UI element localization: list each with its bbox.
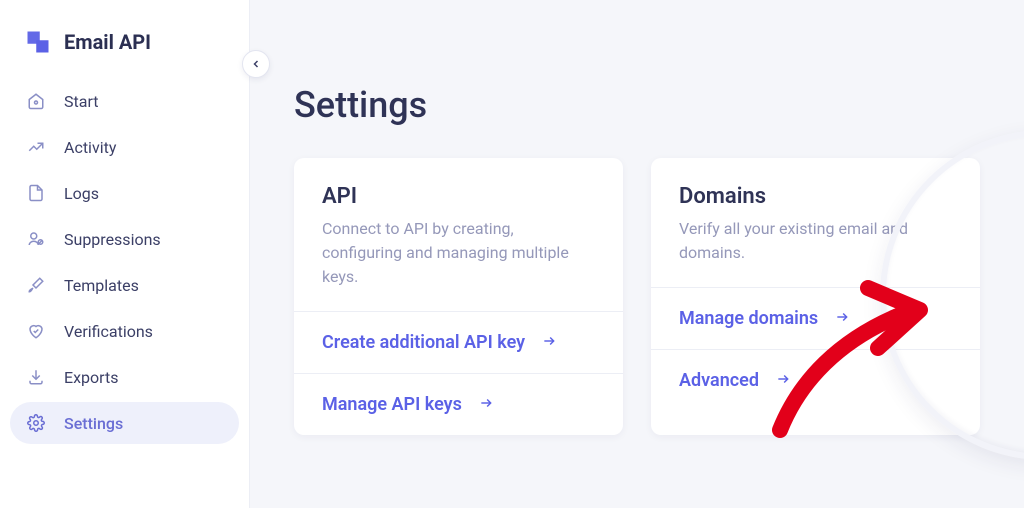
- sidebar: Email API Start Activity Logs Suppressio…: [0, 0, 250, 508]
- card-domains: Domains Verify all your existing email a…: [651, 158, 980, 435]
- arrow-right-icon: [773, 370, 793, 391]
- sidebar-item-activity[interactable]: Activity: [10, 126, 239, 168]
- card-header: API Connect to API by creating, configur…: [294, 158, 623, 311]
- arrow-right-icon: [832, 308, 852, 329]
- brand-title: Email API: [64, 30, 151, 54]
- link-label: Manage API keys: [322, 394, 462, 415]
- link-label: Manage domains: [679, 308, 818, 329]
- sidebar-item-suppressions[interactable]: Suppressions: [10, 218, 239, 260]
- sidebar-item-label: Templates: [64, 276, 139, 295]
- download-icon: [26, 367, 46, 387]
- link-create-api-key[interactable]: Create additional API key: [294, 311, 623, 373]
- card-description: Verify all your existing email and domai…: [679, 217, 952, 265]
- sidebar-item-settings[interactable]: Settings: [10, 402, 239, 444]
- brand-logo-icon: [24, 28, 52, 56]
- settings-cards: API Connect to API by creating, configur…: [294, 158, 980, 435]
- suppressions-icon: [26, 229, 46, 249]
- link-manage-domains[interactable]: Manage domains: [651, 287, 980, 349]
- home-icon: [26, 91, 46, 111]
- arrow-right-icon: [476, 394, 496, 415]
- link-label: Create additional API key: [322, 332, 525, 353]
- card-description: Connect to API by creating, configuring …: [322, 217, 595, 289]
- sidebar-item-exports[interactable]: Exports: [10, 356, 239, 398]
- page-title: Settings: [294, 84, 980, 126]
- link-label: Advanced: [679, 370, 759, 391]
- sidebar-item-label: Suppressions: [64, 230, 161, 249]
- brand: Email API: [10, 24, 239, 80]
- sidebar-item-templates[interactable]: Templates: [10, 264, 239, 306]
- sidebar-nav: Start Activity Logs Suppressions Templat…: [10, 80, 239, 444]
- activity-icon: [26, 137, 46, 157]
- card-title: API: [322, 184, 595, 209]
- file-icon: [26, 183, 46, 203]
- card-api: API Connect to API by creating, configur…: [294, 158, 623, 435]
- sidebar-item-verifications[interactable]: Verifications: [10, 310, 239, 352]
- card-title: Domains: [679, 184, 952, 209]
- link-advanced[interactable]: Advanced: [651, 349, 980, 411]
- sidebar-item-label: Exports: [64, 368, 118, 387]
- card-header: Domains Verify all your existing email a…: [651, 158, 980, 287]
- sidebar-item-label: Start: [64, 92, 98, 111]
- link-manage-api-keys[interactable]: Manage API keys: [294, 373, 623, 435]
- sidebar-item-logs[interactable]: Logs: [10, 172, 239, 214]
- sidebar-item-start[interactable]: Start: [10, 80, 239, 122]
- sidebar-item-label: Verifications: [64, 322, 153, 341]
- heart-check-icon: [26, 321, 46, 341]
- arrow-right-icon: [539, 332, 559, 353]
- main-content: Settings API Connect to API by creating,…: [250, 0, 1024, 508]
- gear-icon: [26, 413, 46, 433]
- sidebar-item-label: Activity: [64, 138, 116, 157]
- brush-icon: [26, 275, 46, 295]
- sidebar-item-label: Settings: [64, 414, 123, 433]
- sidebar-item-label: Logs: [64, 184, 99, 203]
